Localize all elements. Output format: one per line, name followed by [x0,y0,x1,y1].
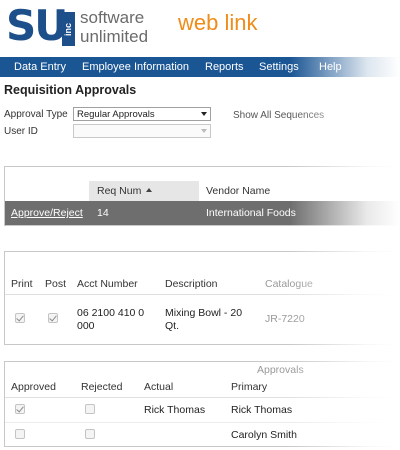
nav-settings[interactable]: Settings [259,57,299,77]
table-row: Carolyn Smith [5,423,400,446]
approved-checkbox[interactable] [15,404,25,414]
requisition-lines-table: Print Post Acct Number Description Catal… [4,251,400,345]
main-nav: Data Entry Employee Information Reports … [0,57,400,77]
user-id-label: User ID [4,126,38,137]
approval-type-label: Approval Type [4,109,68,120]
sort-ascending-icon [146,188,152,192]
requisitions-table: Req Num Vendor Name Approve/Reject 14 In… [4,166,400,226]
approvals-group-label: Approvals [257,364,304,376]
chevron-down-icon [201,112,207,116]
col-actual: Actual [144,381,174,393]
description-line-2: Qt. [165,320,180,332]
primary-approver: Rick Thomas [231,404,293,416]
logo-line-1: software [80,8,145,27]
table-row[interactable]: Approve/Reject 14 International Foods [5,201,400,225]
approvals-table: Approvals Approved Rejected Actual Prima… [4,361,400,447]
rejected-checkbox[interactable] [85,404,95,414]
approval-type-select[interactable]: Regular Approvals [73,107,211,121]
logo-inc: inc [62,12,75,46]
rejected-checkbox[interactable] [85,429,95,439]
product-name: web link [178,10,258,35]
approval-type-value: Regular Approvals [77,109,155,120]
nav-help[interactable]: Help [319,57,342,77]
col-acct-number: Acct Number [77,278,138,290]
acct-number-line-1: 06 2100 410 0 [77,307,145,319]
col-post: Post [45,278,67,290]
col-rejected: Rejected [81,381,123,393]
user-id-select[interactable] [73,124,211,138]
col-vendor-name[interactable]: Vendor Name [206,185,270,197]
table-row: Rick Thomas Rick Thomas [5,398,400,422]
description-line-1: Mixing Bowl - 20 [165,307,243,319]
col-primary: Primary [231,381,268,393]
approve-reject-link[interactable]: Approve/Reject [11,207,83,219]
header-divider [5,294,400,295]
approved-checkbox[interactable] [15,429,25,439]
logo-mark: SU [6,1,68,50]
col-approved: Approved [11,381,56,393]
nav-reports[interactable]: Reports [205,57,244,77]
req-num-value: 14 [97,207,109,219]
col-req-num[interactable]: Req Num [97,185,141,197]
catalogue-value: JR-7220 [265,313,305,325]
primary-approver: Carolyn Smith [231,429,297,441]
show-all-sequences-label[interactable]: Show All Sequences [233,110,324,121]
logo-line-2: unlimited [80,27,149,46]
requisition-approvals-page: SU inc software unlimited web link Data … [0,0,400,450]
col-description: Description [165,278,218,290]
nav-employee-information[interactable]: Employee Information [82,57,189,77]
acct-number-line-2: 000 [77,320,95,332]
col-catalogue: Catalogue [265,278,313,290]
vendor-name-value: International Foods [206,207,296,219]
actual-approver: Rick Thomas [144,404,206,416]
print-checkbox[interactable] [15,313,25,323]
post-checkbox[interactable] [48,313,58,323]
page-title: Requisition Approvals [4,83,137,97]
chevron-down-icon [201,129,207,133]
col-print: Print [11,278,33,290]
nav-data-entry[interactable]: Data Entry [14,57,66,77]
